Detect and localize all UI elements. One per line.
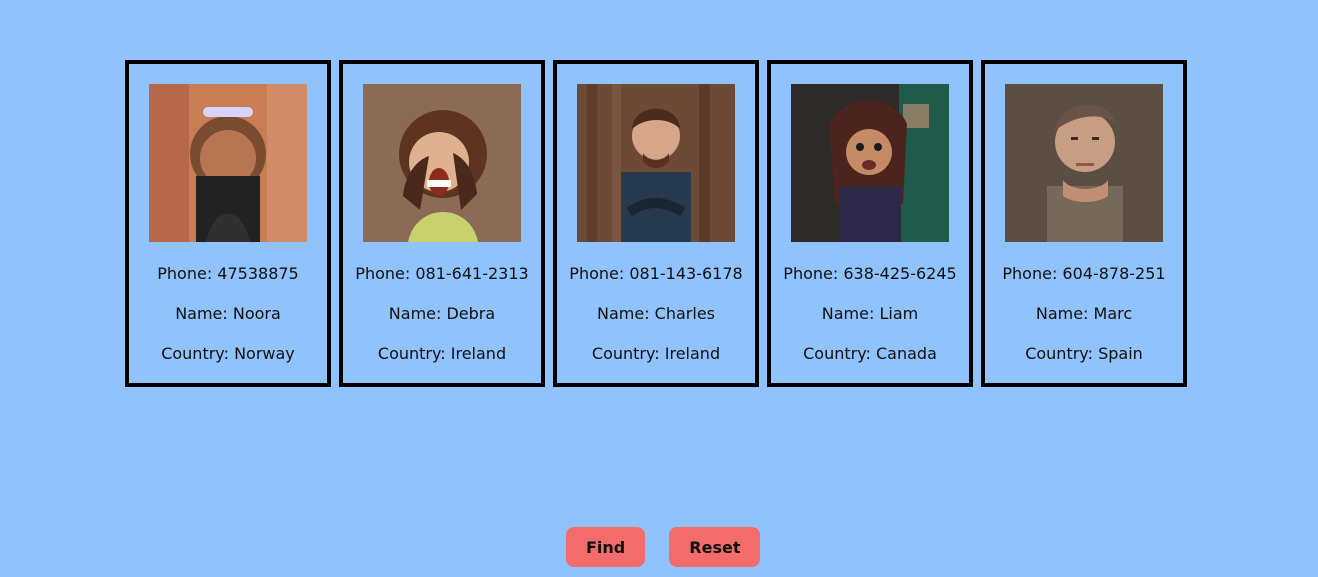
reset-button[interactable]: Reset — [669, 527, 761, 567]
contact-card: Phone: 081-143-6178 Name: Charles Countr… — [553, 60, 759, 387]
contact-cards: Phone: 47538875 Name: Noora Country: Nor… — [125, 60, 1189, 387]
contact-photo — [149, 84, 307, 242]
contact-meta: Phone: 604-878-251 Name: Marc Country: S… — [985, 254, 1183, 374]
phone-text: Phone: 081-143-6178 — [569, 264, 743, 283]
name-text: Name: Debra — [388, 304, 496, 323]
contact-photo — [363, 84, 521, 242]
name-text: Name: Liam — [821, 304, 919, 323]
country-text: Country: Ireland — [377, 344, 507, 363]
country-text: Country: Canada — [803, 344, 937, 363]
contact-card: Phone: 604-878-251 Name: Marc Country: S… — [981, 60, 1187, 387]
contact-meta: Phone: 081-641-2313 Name: Debra Country:… — [343, 254, 541, 374]
contact-card: Phone: 638-425-6245 Name: Liam Country: … — [767, 60, 973, 387]
country-text: Country: Spain — [1025, 344, 1143, 363]
name-text: Name: Charles — [597, 304, 715, 323]
phone-text: Phone: 604-878-251 — [1002, 264, 1166, 283]
contact-photo — [577, 84, 735, 242]
phone-text: Phone: 47538875 — [157, 264, 299, 283]
contact-card: Phone: 47538875 Name: Noora Country: Nor… — [125, 60, 331, 387]
country-text: Country: Ireland — [591, 344, 721, 363]
contact-photo — [791, 84, 949, 242]
contact-photo — [1005, 84, 1163, 242]
page-root: Phone: 47538875 Name: Noora Country: Nor… — [0, 0, 1318, 577]
phone-text: Phone: 081-641-2313 — [355, 264, 529, 283]
find-button[interactable]: Find — [566, 527, 646, 567]
contact-meta: Phone: 47538875 Name: Noora Country: Nor… — [129, 254, 327, 374]
contact-meta: Phone: 638-425-6245 Name: Liam Country: … — [771, 254, 969, 374]
phone-text: Phone: 638-425-6245 — [783, 264, 957, 283]
contact-card: Phone: 081-641-2313 Name: Debra Country:… — [339, 60, 545, 387]
country-text: Country: Norway — [161, 344, 295, 363]
contact-meta: Phone: 081-143-6178 Name: Charles Countr… — [557, 254, 755, 374]
action-buttons: Find Reset — [566, 527, 761, 567]
name-text: Name: Noora — [175, 304, 281, 323]
name-text: Name: Marc — [1035, 304, 1133, 323]
